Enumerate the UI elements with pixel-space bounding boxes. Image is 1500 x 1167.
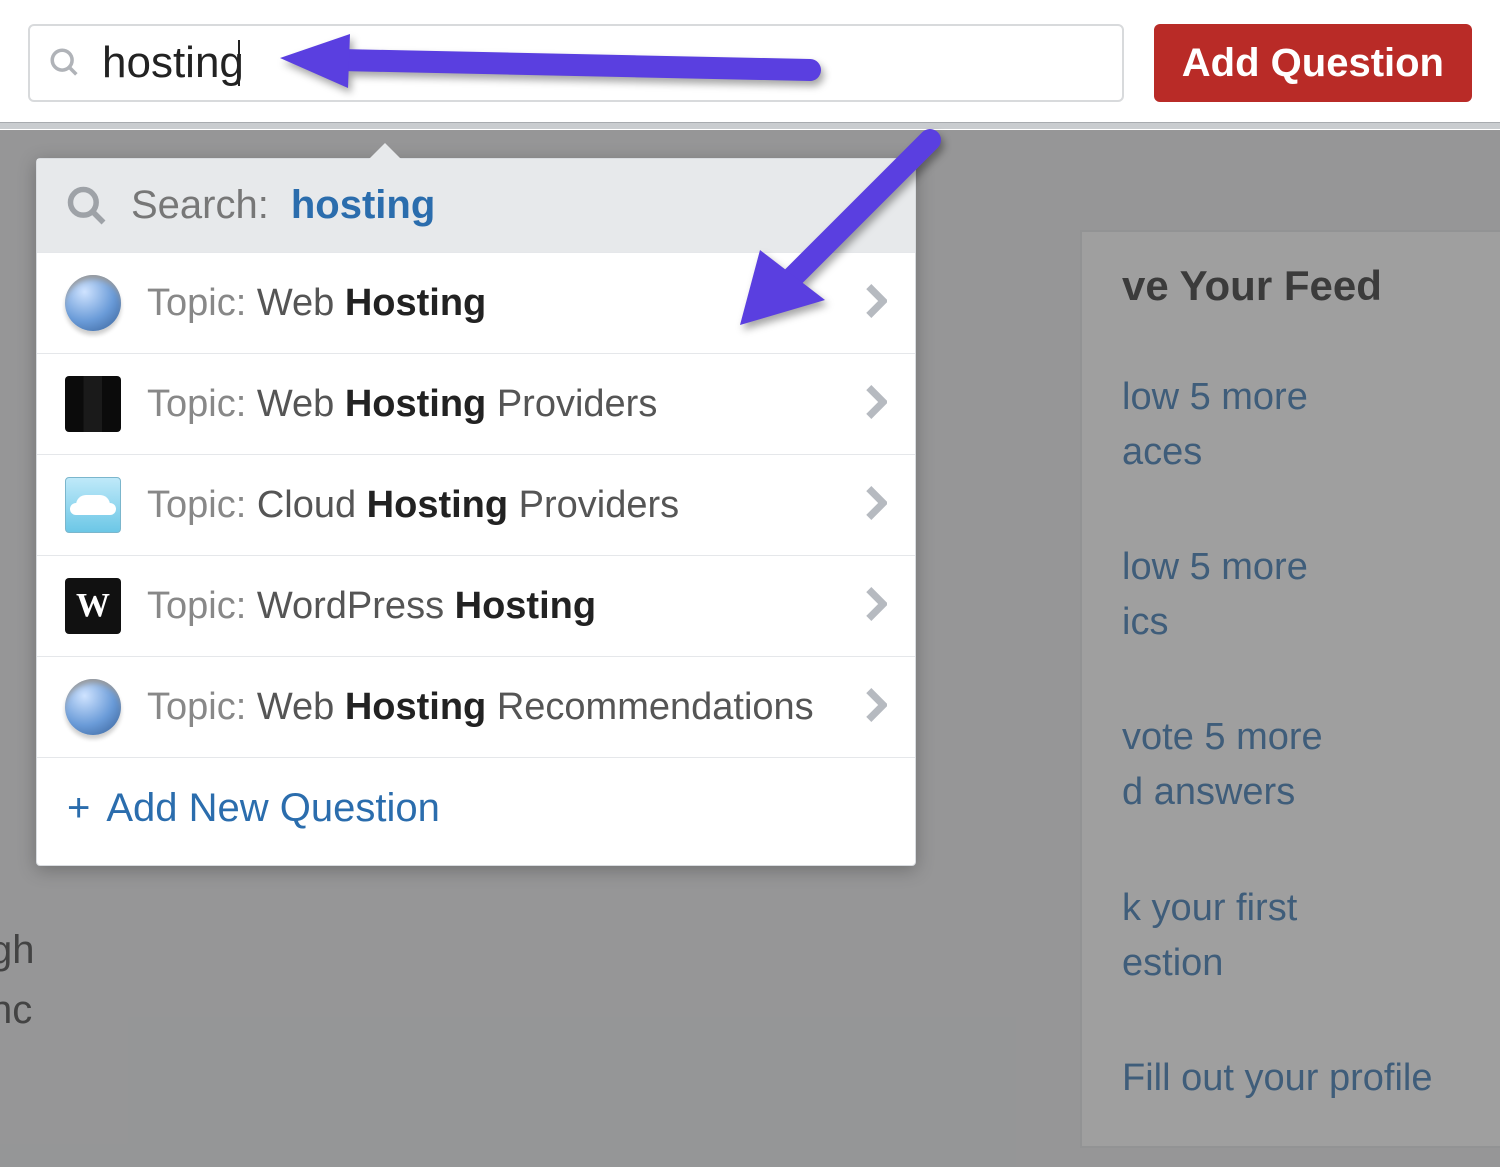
search-input[interactable]: hosting [102, 38, 244, 88]
add-new-question-label: Add New Question [106, 786, 440, 831]
plus-icon: + [67, 786, 90, 831]
wordpress-icon: W [65, 578, 121, 634]
dropdown-item-label: Topic: WordPress Hosting [147, 585, 839, 628]
cloud-icon [65, 477, 121, 533]
globe-icon [65, 679, 121, 735]
dropdown-topic-item[interactable]: Topic: Web Hosting Recommendations [37, 656, 915, 757]
dropdown-search-term: hosting [291, 183, 435, 228]
search-icon [48, 46, 82, 80]
dropdown-item-label: Topic: Cloud Hosting Providers [147, 484, 839, 527]
dropdown-item-label: Topic: Web Hosting Providers [147, 383, 839, 426]
chevron-right-icon [865, 485, 887, 526]
dropdown-search-label: Search: [131, 183, 269, 228]
dropdown-topic-item[interactable]: W Topic: WordPress Hosting [37, 555, 915, 656]
servers-icon [65, 376, 121, 432]
globe-icon [65, 275, 121, 331]
add-new-question-row[interactable]: + Add New Question [37, 757, 915, 865]
annotation-arrow [270, 30, 830, 115]
chevron-right-icon [865, 384, 887, 425]
text-cursor [238, 40, 240, 86]
dropdown-item-label: Topic: Web Hosting Recommendations [147, 686, 839, 729]
dropdown-topic-item[interactable]: Topic: Cloud Hosting Providers [37, 454, 915, 555]
annotation-arrow [720, 120, 960, 355]
chevron-right-icon [865, 687, 887, 728]
chevron-right-icon [865, 586, 887, 627]
dropdown-topic-item[interactable]: Topic: Web Hosting Providers [37, 353, 915, 454]
search-icon [65, 184, 109, 228]
add-question-button[interactable]: Add Question [1154, 24, 1472, 102]
